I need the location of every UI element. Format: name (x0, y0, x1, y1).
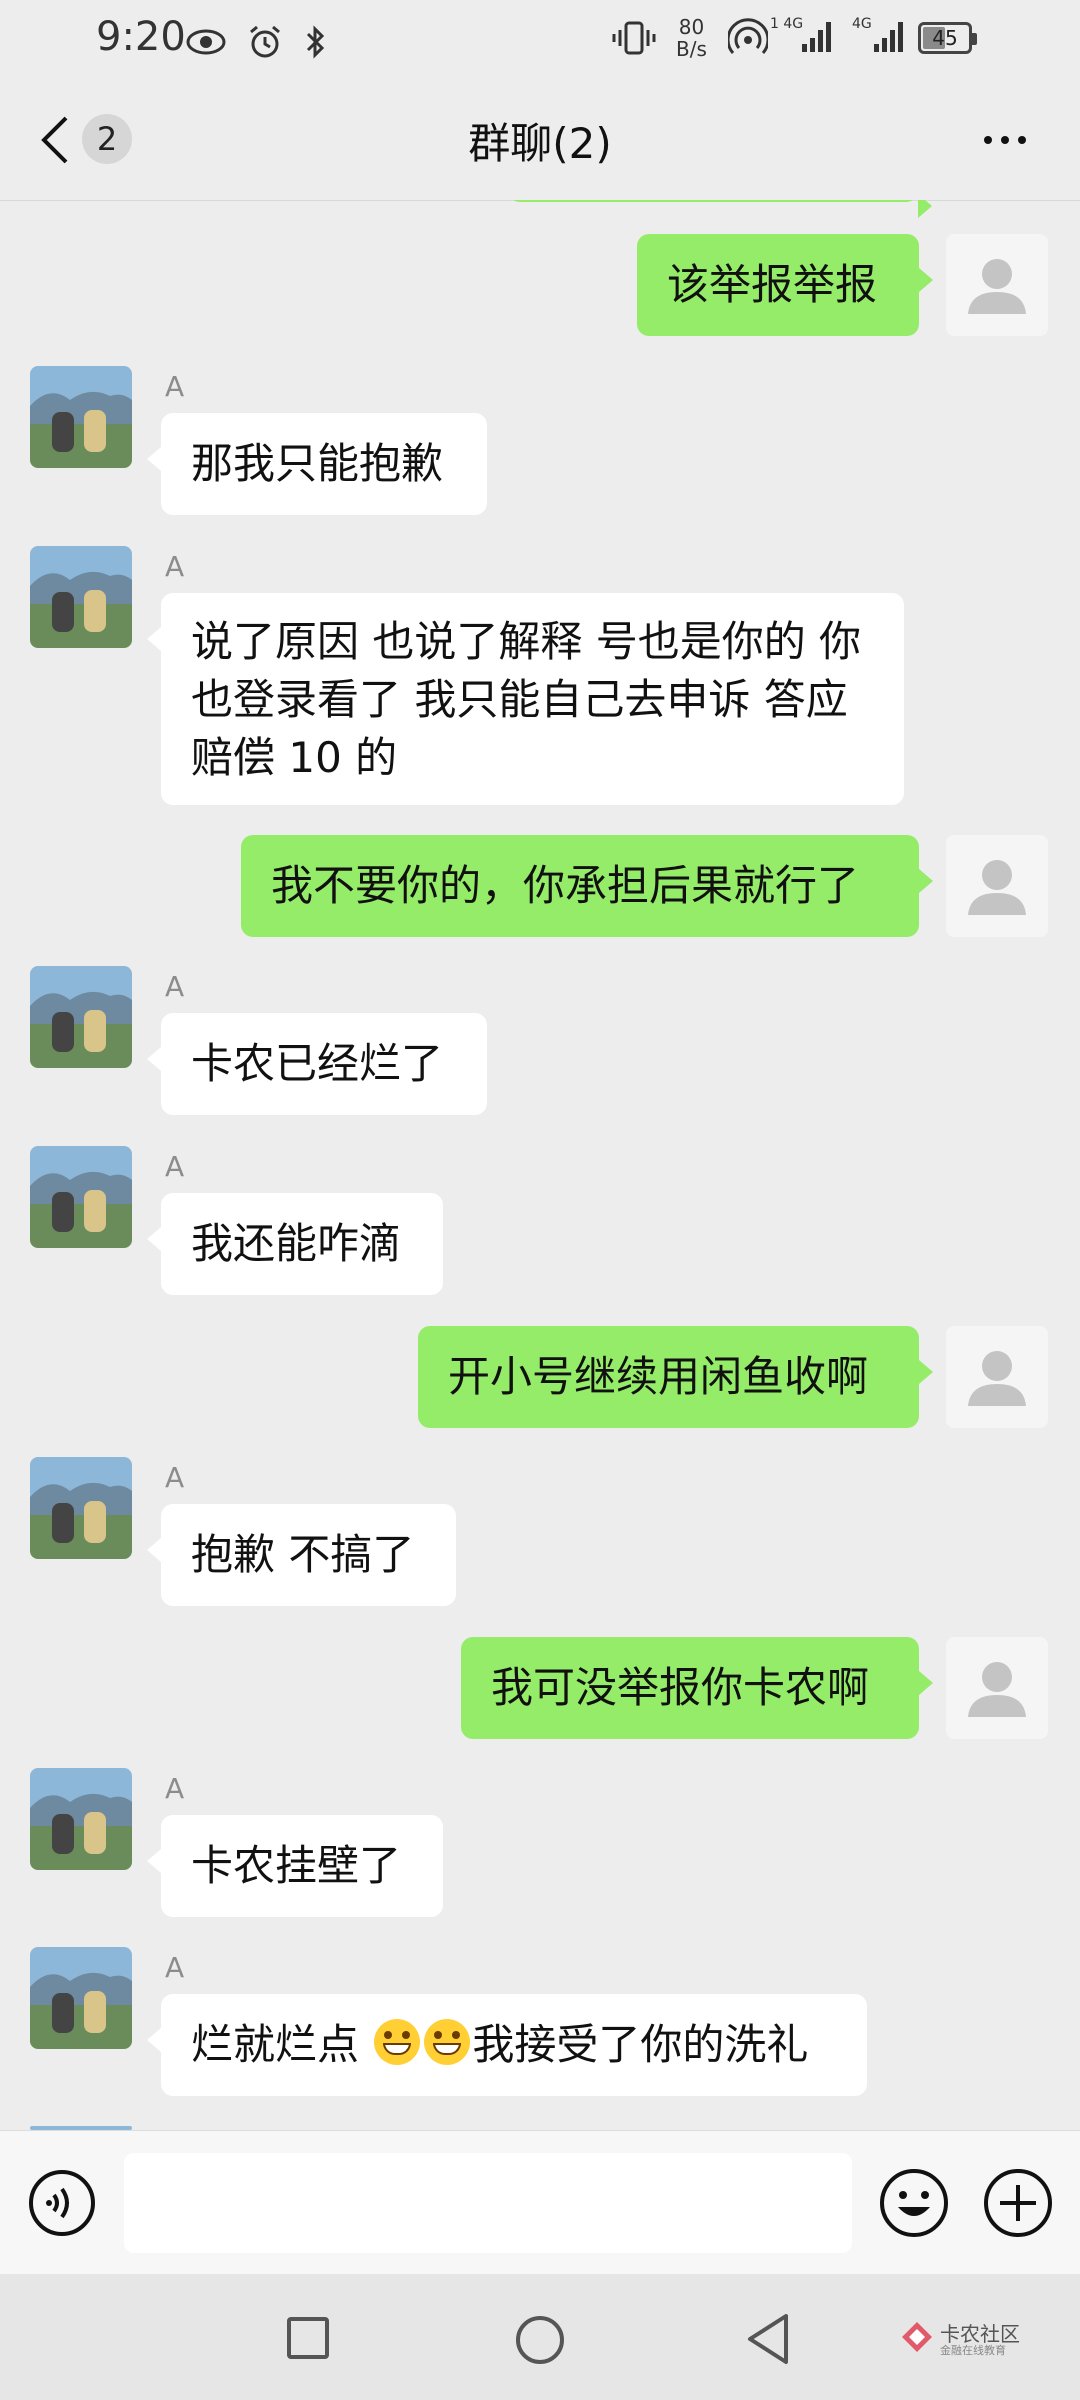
default-user-icon (968, 1662, 1026, 1717)
previous-message-bubble (508, 200, 932, 218)
message-bubble[interactable]: 我还能咋滴 (147, 1193, 443, 1295)
bluetooth-icon (306, 24, 324, 59)
chat-header: 2 群聊(2) (0, 80, 1080, 201)
message-bubble[interactable]: 该举报举报 (637, 234, 933, 336)
message-line: 也登录看了 我只能自己去申诉 答应 (191, 675, 848, 724)
sender-name: A (165, 970, 185, 1003)
contact-avatar[interactable] (30, 366, 132, 468)
sender-name: A (165, 1772, 185, 1805)
hotspot-icon (728, 18, 768, 54)
landscape-photo-icon (30, 546, 132, 648)
contact-avatar[interactable] (30, 1947, 132, 2049)
signal-2-icon (874, 22, 903, 52)
landscape-photo-icon (30, 1457, 132, 1559)
status-time: 9:20 (96, 14, 186, 60)
message-bubble[interactable]: 卡农挂壁了 (147, 1815, 443, 1917)
default-user-icon (968, 259, 1026, 314)
message-list[interactable]: 该举报举报 A 那我只能抱歉 A 说了原因 也说了解释 号也是你的 你 也登录看… (0, 200, 1080, 2130)
more-options-icon[interactable] (980, 130, 1030, 150)
landscape-photo-icon (30, 1947, 132, 2049)
message-bubble[interactable]: 我不要你的，你承担后果就行了 (241, 835, 933, 937)
sender-name: A (165, 550, 185, 583)
message-bubble[interactable]: 那我只能抱歉 (147, 413, 487, 515)
signal-2-label: 4G (852, 16, 872, 32)
eye-icon (186, 29, 226, 54)
signal-1-icon (802, 22, 831, 52)
message-bubble[interactable]: 开小号继续用闲鱼收啊 (418, 1326, 933, 1428)
vibrate-icon (612, 21, 656, 55)
signal-1-label: 1 4G (770, 16, 804, 32)
self-avatar[interactable] (946, 1637, 1048, 1739)
network-speed: 80 B/s (676, 15, 707, 61)
watermark-logo-icon (902, 2322, 932, 2352)
back-icon[interactable] (744, 2312, 792, 2366)
more-functions-plus-icon[interactable] (982, 2167, 1054, 2239)
watermark: 卡农社区 金融在线教育 (900, 2316, 1020, 2360)
message-text: 我接受了你的洗礼 (472, 2020, 809, 2069)
message-bubble[interactable]: 抱歉 不搞了 (147, 1504, 456, 1606)
voice-input-icon[interactable] (28, 2169, 96, 2237)
message-bubble[interactable]: 烂就烂点 我接受了你的洗礼 (147, 1994, 867, 2096)
sender-name: A (165, 1150, 185, 1183)
sender-name: A (165, 1461, 185, 1494)
sender-name: A (165, 1951, 185, 1984)
contact-avatar[interactable] (30, 1146, 132, 1248)
message-text: 烂就烂点 (191, 2020, 373, 2069)
grinning-face-emoji (374, 2019, 421, 2065)
alarm-icon (249, 25, 280, 57)
self-avatar[interactable] (946, 1326, 1048, 1428)
system-navigation-bar: 卡农社区 金融在线教育 (0, 2274, 1080, 2400)
message-bubble[interactable]: 卡农已经烂了 (147, 1013, 487, 1115)
default-user-icon (968, 860, 1026, 915)
grinning-face-emoji (424, 2019, 471, 2065)
message-bubble[interactable]: 说了原因 也说了解释 号也是你的 你 也登录看了 我只能自己去申诉 答应 赔偿 … (147, 593, 904, 805)
landscape-photo-icon (30, 366, 132, 468)
landscape-photo-icon (30, 966, 132, 1068)
contact-avatar[interactable] (30, 546, 132, 648)
home-icon[interactable] (514, 2314, 566, 2366)
sender-name: A (165, 370, 185, 403)
message-line: 赔偿 10 的 (191, 733, 398, 782)
input-bar (0, 2130, 1080, 2275)
default-user-icon (968, 1351, 1026, 1406)
self-avatar[interactable] (946, 234, 1048, 336)
emoji-picker-icon[interactable] (878, 2167, 950, 2239)
status-bar: 9:20 80 B/s 1 4G 4G 45 (0, 0, 1080, 80)
watermark-subtitle: 金融在线教育 (940, 2344, 1006, 2357)
contact-avatar[interactable] (30, 1768, 132, 1870)
battery-icon: 45 (918, 22, 977, 54)
message-line: 说了原因 也说了解释 号也是你的 你 (191, 617, 862, 666)
recent-apps-icon[interactable] (286, 2316, 330, 2360)
contact-avatar[interactable] (30, 1457, 132, 1559)
message-bubble[interactable]: 我可没举报你卡农啊 (461, 1637, 933, 1739)
self-avatar[interactable] (946, 835, 1048, 937)
chat-title: 群聊(2) (468, 119, 612, 168)
status-icons (186, 20, 328, 60)
contact-avatar[interactable] (30, 966, 132, 1068)
landscape-photo-icon (30, 1768, 132, 1870)
message-input[interactable] (124, 2153, 852, 2253)
landscape-photo-icon (30, 1146, 132, 1248)
